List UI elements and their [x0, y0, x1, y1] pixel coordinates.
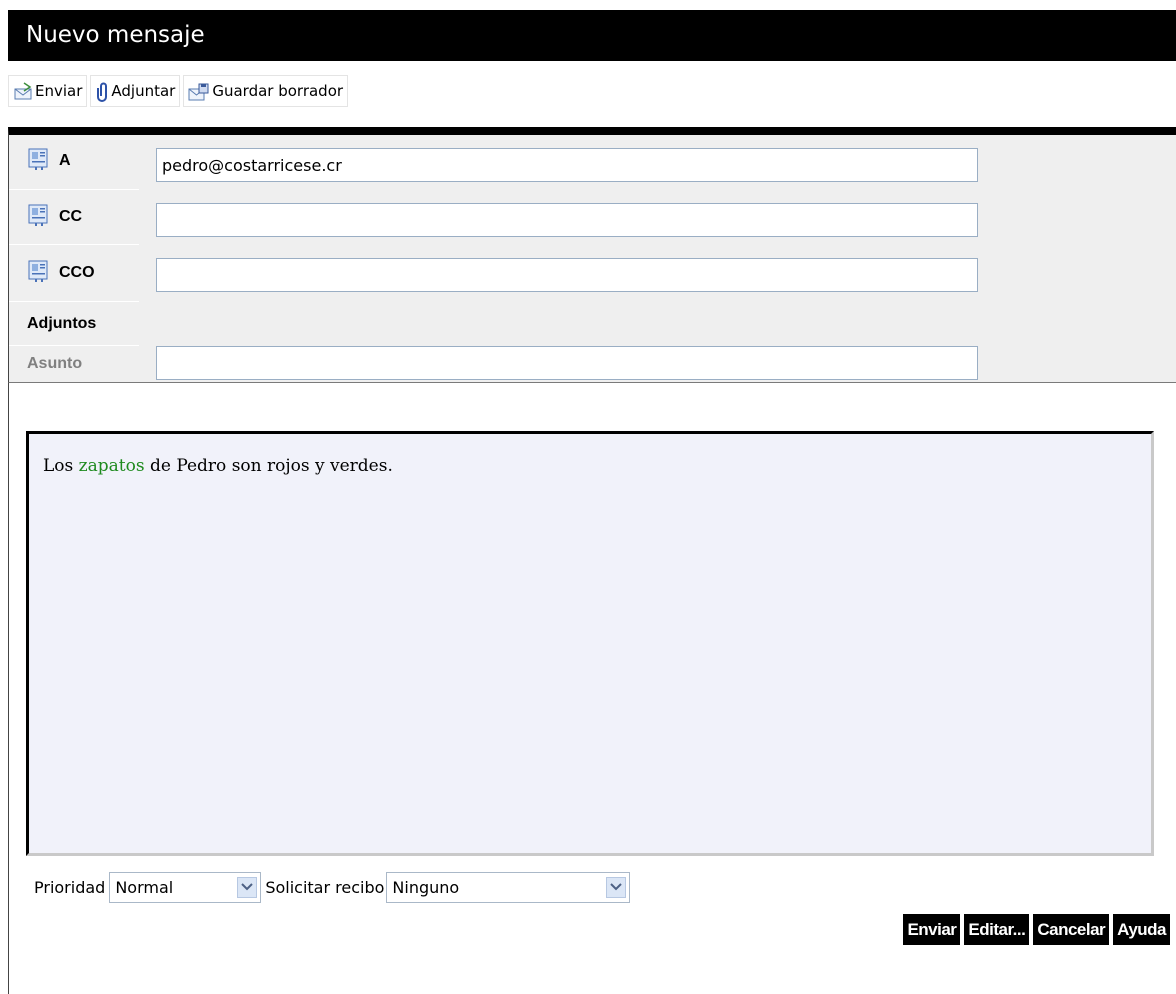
paperclip-icon [94, 80, 111, 102]
message-options-row: Prioridad Normal Solicitar recibo Ningun… [34, 871, 634, 903]
receipt-label: Solicitar recibo [265, 877, 385, 897]
subject-label-cell: Asunto [27, 353, 82, 375]
editor-text-after: de Pedro son rojos y verdes. [144, 456, 393, 476]
to-label-cell[interactable]: A [27, 147, 71, 176]
row-divider [9, 189, 139, 190]
bcc-label: CCO [59, 264, 95, 281]
address-book-icon[interactable] [27, 203, 59, 232]
toolbar-attach-label: Adjuntar [111, 82, 176, 100]
receipt-select-value: Ninguno [392, 877, 460, 897]
compose-toolbar: Enviar Adjuntar Guardar borrador [8, 74, 351, 108]
priority-label: Prioridad [34, 877, 106, 897]
subject-field[interactable] [156, 346, 978, 380]
row-divider [9, 244, 139, 245]
to-field[interactable] [156, 148, 978, 182]
toolbar-attach-button[interactable]: Adjuntar [90, 75, 181, 107]
bcc-field[interactable] [156, 258, 978, 292]
receipt-select[interactable]: Ninguno [386, 871, 631, 903]
bcc-label-cell[interactable]: CCO [27, 259, 95, 288]
edit-button[interactable]: Editar... [964, 914, 1030, 945]
chevron-down-icon[interactable] [237, 876, 258, 898]
address-book-icon[interactable] [27, 259, 59, 288]
address-book-icon[interactable] [27, 147, 59, 176]
message-body-editor[interactable]: Los zapatos de Pedro son rojos y verdes. [26, 431, 1154, 856]
action-buttons: Enviar Editar... Cancelar Ayuda [903, 914, 1170, 945]
row-divider [9, 301, 139, 302]
toolbar-save-draft-button[interactable]: Guardar borrador [183, 75, 349, 107]
help-button[interactable]: Ayuda [1113, 914, 1170, 945]
cc-field[interactable] [156, 203, 978, 237]
cancel-button[interactable]: Cancelar [1033, 914, 1110, 945]
toolbar-save-draft-label: Guardar borrador [212, 82, 344, 100]
toolbar-send-button[interactable]: Enviar [8, 75, 88, 107]
window-title-bar: Nuevo mensaje [8, 10, 1176, 61]
save-draft-icon [187, 80, 212, 102]
message-header-panel: A CC [8, 127, 1176, 383]
send-envelope-icon [12, 81, 35, 101]
editor-text-before: Los [43, 456, 79, 476]
attachments-label-cell: Adjuntos [27, 313, 96, 335]
body-left-rule [8, 383, 9, 994]
window-title: Nuevo mensaje [26, 22, 205, 48]
toolbar-send-label: Enviar [35, 82, 83, 100]
cc-label: CC [59, 208, 83, 225]
row-divider [9, 345, 139, 346]
priority-select[interactable]: Normal [109, 871, 262, 903]
editor-highlighted-word: zapatos [78, 456, 145, 476]
send-button[interactable]: Enviar [903, 914, 961, 945]
to-label: A [59, 152, 71, 169]
subject-label: Asunto [27, 355, 83, 372]
priority-select-value: Normal [115, 877, 174, 897]
cc-label-cell[interactable]: CC [27, 203, 83, 232]
chevron-down-icon[interactable] [606, 876, 627, 898]
attachments-label: Adjuntos [27, 315, 97, 332]
